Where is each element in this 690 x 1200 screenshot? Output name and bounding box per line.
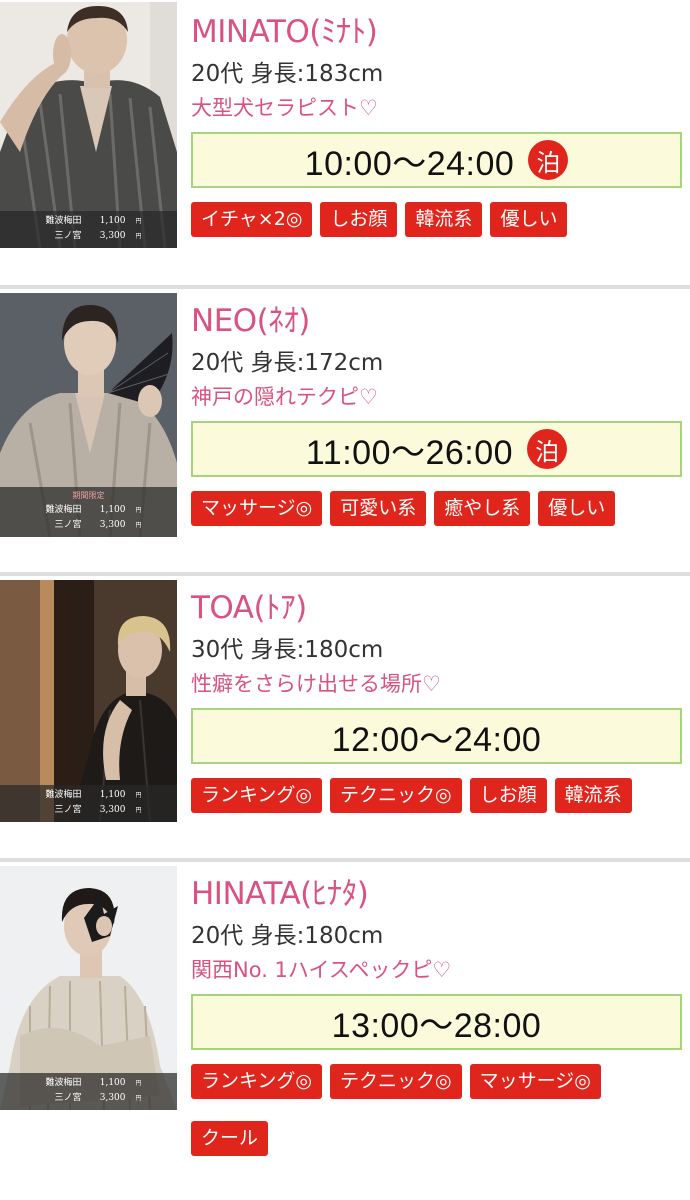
price-box: 難波梅田 1,100 円 三ノ宮 3,300 円	[0, 785, 177, 822]
price-area: 三ノ宮	[54, 1093, 82, 1103]
cast-info: TOA(ﾄｱ) 30代 身長:180cm 性癖をさらけ出せる場所♡ 12:00〜…	[191, 588, 682, 835]
overnight-badge: 泊	[527, 429, 568, 469]
tag: イチャ×2◎	[191, 202, 313, 237]
price-area: 難波梅田	[45, 505, 82, 515]
price-box: 難波梅田 1,100 円 三ノ宮 3,300 円	[0, 211, 177, 248]
cast-name[interactable]: HINATA(ﾋﾅﾀ)	[191, 874, 682, 914]
cast-photo[interactable]: 難波梅田 1,100 円 三ノ宮 3,300 円	[0, 2, 177, 248]
cast-meta: 20代 身長:183cm	[191, 61, 384, 87]
price-area: 難波梅田	[45, 1078, 82, 1088]
cast-info: HINATA(ﾋﾅﾀ) 20代 身長:180cm 関西No. 1ハイスペックピ♡…	[191, 874, 682, 1178]
cast-name[interactable]: NEO(ﾈｵ)	[191, 301, 682, 341]
tag: 優しい	[490, 202, 568, 237]
cast-catchphrase: 関西No. 1ハイスペックピ♡	[191, 958, 452, 982]
overnight-badge: 泊	[528, 140, 569, 180]
cast-card-hinata[interactable]: 難波梅田 1,100 円 三ノ宮 3,300 円 HINATA(ﾋﾅﾀ) 20代…	[0, 858, 690, 1200]
price-amount: 3,300	[99, 520, 126, 530]
price-row: 難波梅田 1,100 円	[0, 1076, 177, 1091]
price-amount: 1,100	[99, 216, 126, 226]
tag: 韓流系	[405, 202, 483, 237]
price-row: 難波梅田 1,100 円	[0, 503, 177, 518]
price-row: 難波梅田 1,100 円	[0, 788, 177, 803]
price-row: 難波梅田 1,100 円	[0, 214, 177, 229]
price-amount: 1,100	[99, 1078, 126, 1088]
price-row: 三ノ宮 3,300 円	[0, 1091, 177, 1106]
price-yen: 円	[135, 218, 142, 225]
cast-meta: 30代 身長:180cm	[191, 637, 384, 663]
hours-text: 13:00〜28:00	[331, 1006, 542, 1045]
tag: 優しい	[538, 491, 616, 526]
price-area: 三ノ宮	[54, 805, 82, 815]
price-yen: 円	[135, 507, 142, 514]
price-yen: 円	[135, 1095, 142, 1102]
work-hours: 13:00〜28:00	[191, 994, 682, 1050]
tag: 韓流系	[554, 778, 632, 813]
price-yen: 円	[135, 807, 142, 814]
tag: テクニック◎	[330, 778, 462, 813]
tag-list: イチャ×2◎ しお顔 韓流系 優しい	[191, 202, 682, 259]
hours-text: 12:00〜24:00	[331, 720, 542, 759]
tag: テクニック◎	[330, 1064, 462, 1099]
price-area: 三ノ宮	[54, 520, 82, 530]
cast-catchphrase: 性癖をさらけ出せる場所♡	[191, 672, 441, 696]
price-amount: 1,100	[99, 505, 126, 515]
price-amount: 3,300	[99, 231, 126, 241]
work-hours: 12:00〜24:00	[191, 708, 682, 764]
price-row: 三ノ宮 3,300 円	[0, 518, 177, 533]
cast-info: MINATO(ﾐﾅﾄ) 20代 身長:183cm 大型犬セラピスト♡ 10:00…	[191, 12, 682, 259]
price-yen: 円	[135, 522, 142, 529]
tag-list: マッサージ◎ 可愛い系 癒やし系 優しい	[191, 491, 682, 548]
price-yen: 円	[135, 233, 142, 240]
price-row: 三ノ宮 3,300 円	[0, 229, 177, 244]
limited-label: 期間限定	[72, 491, 105, 500]
price-amount: 3,300	[99, 1093, 126, 1103]
price-yen: 円	[135, 792, 142, 799]
cast-list: 難波梅田 1,100 円 三ノ宮 3,300 円 MINATO(ﾐﾅﾄ) 20代…	[0, 0, 690, 1200]
cast-photo[interactable]: 難波梅田 1,100 円 三ノ宮 3,300 円	[0, 580, 177, 822]
price-area: 難波梅田	[45, 216, 82, 226]
price-amount: 1,100	[99, 790, 126, 800]
cast-card-neo[interactable]: 期間限定 難波梅田 1,100 円 三ノ宮 3,300 円 NEO(ﾈｵ) 20…	[0, 285, 690, 555]
hours-text: 11:00〜26:00	[305, 433, 514, 472]
cast-catchphrase: 神戸の隠れテクピ♡	[191, 385, 378, 409]
price-amount: 3,300	[99, 805, 126, 815]
tag-list: ランキング◎ テクニック◎ しお顔 韓流系	[191, 778, 682, 835]
price-box: 期間限定 難波梅田 1,100 円 三ノ宮 3,300 円	[0, 487, 177, 537]
cast-name[interactable]: MINATO(ﾐﾅﾄ)	[191, 12, 682, 52]
cast-card-minato[interactable]: 難波梅田 1,100 円 三ノ宮 3,300 円 MINATO(ﾐﾅﾄ) 20代…	[0, 0, 690, 268]
tag: クール	[191, 1121, 269, 1156]
tag: 癒やし系	[434, 491, 531, 526]
price-row: 三ノ宮 3,300 円	[0, 803, 177, 818]
hours-text: 10:00〜24:00	[304, 144, 515, 183]
tag: しお顔	[320, 202, 398, 237]
cast-photo[interactable]: 難波梅田 1,100 円 三ノ宮 3,300 円	[0, 866, 177, 1110]
price-area: 難波梅田	[45, 790, 82, 800]
tag: 可愛い系	[330, 491, 427, 526]
price-box: 難波梅田 1,100 円 三ノ宮 3,300 円	[0, 1073, 177, 1110]
tag: マッサージ◎	[191, 491, 323, 526]
tag: ランキング◎	[191, 778, 323, 813]
cast-card-toa[interactable]: 難波梅田 1,100 円 三ノ宮 3,300 円 TOA(ﾄｱ) 30代 身長:…	[0, 572, 690, 842]
cast-catchphrase: 大型犬セラピスト♡	[191, 96, 378, 120]
cast-photo[interactable]: 期間限定 難波梅田 1,100 円 三ノ宮 3,300 円	[0, 293, 177, 537]
price-yen: 円	[135, 1080, 142, 1087]
tag-list: ランキング◎ テクニック◎ マッサージ◎ クール	[191, 1064, 671, 1178]
tag: しお顔	[469, 778, 547, 813]
price-area: 三ノ宮	[54, 231, 82, 241]
work-hours: 10:00〜24:00 泊	[191, 132, 682, 188]
cast-meta: 20代 身長:180cm	[191, 923, 384, 949]
work-hours: 11:00〜26:00 泊	[191, 421, 682, 477]
tag: ランキング◎	[191, 1064, 323, 1099]
cast-info: NEO(ﾈｵ) 20代 身長:172cm 神戸の隠れテクピ♡ 11:00〜26:…	[191, 301, 682, 548]
cast-meta: 20代 身長:172cm	[191, 350, 384, 376]
tag: マッサージ◎	[469, 1064, 601, 1099]
cast-name[interactable]: TOA(ﾄｱ)	[191, 588, 682, 628]
